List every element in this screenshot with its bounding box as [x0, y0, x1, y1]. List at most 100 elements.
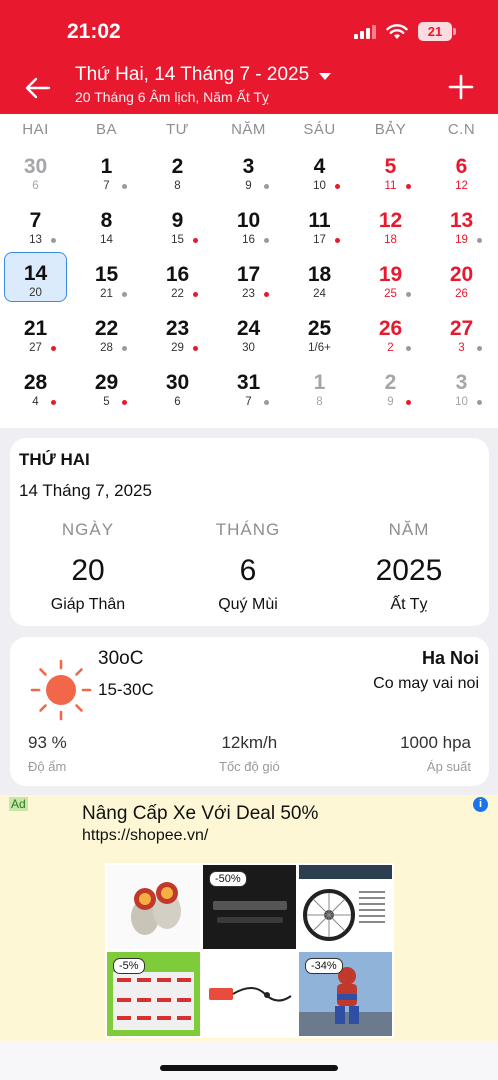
- calendar-day[interactable]: 18: [284, 360, 355, 414]
- lunar-date: 19: [455, 234, 468, 246]
- calendar-day[interactable]: 29 5: [71, 360, 142, 414]
- solar-date: 28: [23, 371, 48, 394]
- back-arrow-icon[interactable]: [24, 74, 52, 102]
- solar-date: 4: [313, 155, 326, 178]
- ad-url[interactable]: https://shopee.vn/: [82, 827, 208, 845]
- ad-info-icon[interactable]: i: [473, 797, 488, 812]
- product-bulb-image: [107, 865, 200, 949]
- lunar-day-value: 20: [71, 554, 105, 587]
- weekday-header: HAI BA TƯ NĂM SÁU BẢY C.N: [0, 114, 498, 144]
- humidity-value: 93 %: [28, 733, 67, 752]
- event-dot: [122, 184, 127, 189]
- calendar-day[interactable]: 17: [71, 144, 142, 198]
- calendar-day[interactable]: 13 19: [426, 198, 497, 252]
- calendar-day[interactable]: 16 22: [142, 252, 213, 306]
- pressure-value: 1000 hpa: [400, 733, 471, 752]
- lunar-date: 5: [103, 396, 110, 408]
- event-dot: [264, 184, 269, 189]
- lunar-date: 13: [29, 234, 42, 246]
- calendar-day[interactable]: 28: [142, 144, 213, 198]
- ad-headline[interactable]: Nâng Cấp Xe Với Deal 50%: [82, 803, 318, 825]
- lunar-date: 27: [29, 342, 42, 354]
- calendar-day[interactable]: 9 15: [142, 198, 213, 252]
- humidity-stat: 93 % Độ ẩm: [28, 733, 67, 774]
- lunar-date: 1/6+: [308, 342, 331, 354]
- lunar-date: 25: [384, 288, 397, 300]
- lunar-date: 21: [100, 288, 113, 300]
- lunar-date: 11: [384, 180, 397, 192]
- solar-date: 20: [449, 263, 474, 286]
- header-title: Thứ Hai, 14 Tháng 7 - 2025: [75, 64, 310, 85]
- calendar-day[interactable]: 15 21: [71, 252, 142, 306]
- calendar-day[interactable]: 31 7: [213, 360, 284, 414]
- calendar-day[interactable]: 3 10: [426, 360, 497, 414]
- calendar-day[interactable]: 18 24: [284, 252, 355, 306]
- solar-date: 6: [455, 155, 468, 178]
- solar-date: 15: [94, 263, 119, 286]
- calendar-day[interactable]: 20 26: [426, 252, 497, 306]
- calendar-day[interactable]: 29: [355, 360, 426, 414]
- calendar-day[interactable]: 27 3: [426, 306, 497, 360]
- add-event-icon[interactable]: [448, 74, 474, 100]
- calendar-day[interactable]: 39: [213, 144, 284, 198]
- humidity-label: Độ ẩm: [28, 759, 67, 774]
- solar-date: 24: [236, 317, 261, 340]
- weather-card[interactable]: 30oC 15-30C Ha Noi Co may vai noi 93 % Đ…: [10, 637, 489, 786]
- event-dot: [477, 400, 482, 405]
- calendar-day[interactable]: 25 1/6+: [284, 306, 355, 360]
- event-dot: [477, 238, 482, 243]
- weekday-label: TƯ: [166, 120, 189, 138]
- event-dot: [122, 346, 127, 351]
- calendar-day[interactable]: 6 12: [426, 144, 497, 198]
- ad-product-tile[interactable]: -50%: [203, 865, 296, 949]
- calendar-day[interactable]: 24 30: [213, 306, 284, 360]
- event-dot: [122, 400, 127, 405]
- calendar-day[interactable]: 11 17: [284, 198, 355, 252]
- ad-product-tile[interactable]: -5%: [107, 952, 200, 1036]
- event-dot: [406, 292, 411, 297]
- weekday-label: C.N: [447, 120, 476, 138]
- calendar-day[interactable]: 5 11: [355, 144, 426, 198]
- product-wheel-image: [299, 865, 392, 949]
- calendar-day[interactable]: 17 23: [213, 252, 284, 306]
- lunar-date: 28: [100, 342, 113, 354]
- solar-date: 13: [449, 209, 474, 232]
- event-dot: [477, 346, 482, 351]
- discount-badge: -34%: [305, 958, 343, 974]
- calendar-day[interactable]: 30 6: [0, 144, 71, 198]
- solar-date: 12: [378, 209, 403, 232]
- calendar-day[interactable]: 19 25: [355, 252, 426, 306]
- product-cable-image: [203, 952, 296, 1036]
- ad-product-tile[interactable]: [203, 952, 296, 1036]
- lunar-month-column: THÁNG 6 Quý Mùi: [173, 520, 323, 614]
- weekday-label: BẢY: [374, 120, 407, 138]
- ad-product-tile[interactable]: [107, 865, 200, 949]
- calendar-day[interactable]: 23 29: [142, 306, 213, 360]
- calendar-day[interactable]: 22 28: [71, 306, 142, 360]
- ad-product-tile[interactable]: -34%: [299, 952, 392, 1036]
- calendar-day[interactable]: 28 4: [0, 360, 71, 414]
- calendar-day[interactable]: 21 27: [0, 306, 71, 360]
- lunar-date: 10: [313, 180, 326, 192]
- calendar-day[interactable]: 26 2: [355, 306, 426, 360]
- ad-banner[interactable]: Ad i Nâng Cấp Xe Với Deal 50% https://sh…: [0, 795, 498, 1041]
- ad-product-tile[interactable]: [299, 865, 392, 949]
- calendar-day[interactable]: 30 6: [142, 360, 213, 414]
- calendar-day[interactable]: 4 10: [284, 144, 355, 198]
- solar-date: 27: [449, 317, 474, 340]
- home-indicator[interactable]: [160, 1065, 338, 1071]
- status-time: 21:02: [67, 20, 121, 43]
- calendar-day[interactable]: 12 18: [355, 198, 426, 252]
- calendar-day-selected[interactable]: 14 20: [4, 252, 67, 302]
- calendar-day[interactable]: 8 14: [71, 198, 142, 252]
- date-picker-title[interactable]: Thứ Hai, 14 Tháng 7 - 2025: [75, 64, 332, 86]
- chevron-down-icon: [319, 72, 332, 80]
- solar-date: 3: [242, 155, 255, 178]
- calendar-day[interactable]: 10 16: [213, 198, 284, 252]
- calendar-day[interactable]: 7 13: [0, 198, 71, 252]
- solar-date: 1: [100, 155, 113, 178]
- solar-date: 2: [171, 155, 184, 178]
- solar-date: 9: [171, 209, 184, 232]
- solar-date: 10: [236, 209, 261, 232]
- weather-city: Ha Noi: [421, 648, 479, 668]
